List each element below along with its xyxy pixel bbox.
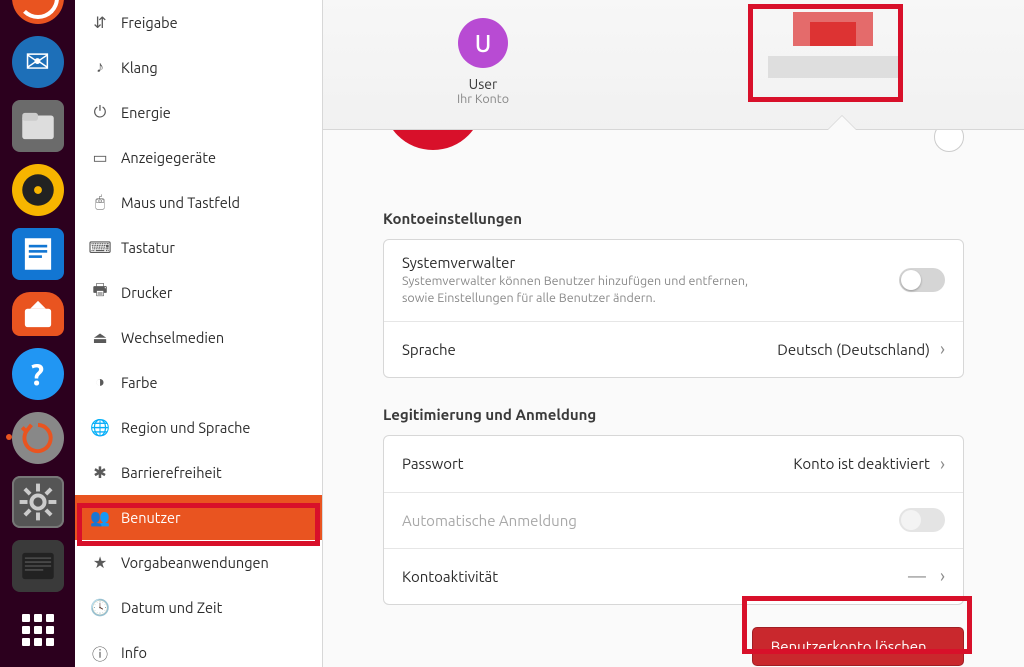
sidebar-item-accessibility[interactable]: ✱ Barrierefreiheit [75, 450, 322, 495]
update-indicator-dot [6, 434, 12, 440]
sidebar-item-default-apps[interactable]: ★ Vorgabeanwendungen [75, 540, 322, 585]
sidebar-item-color[interactable]: ◑ Farbe [75, 360, 322, 405]
auth-settings-card: Passwort Konto ist deaktiviert › Automat… [383, 435, 964, 605]
admin-toggle[interactable] [899, 268, 945, 292]
sidebar-item-sharing[interactable]: ⇵ Freigabe [75, 0, 322, 45]
info-icon: ⓘ [89, 641, 111, 665]
users-panel: U User Ihr Konto HS Kontoeinstellungen S… [323, 0, 1024, 667]
account-settings-card: Systemverwalter Systemverwalter können B… [383, 239, 964, 378]
sidebar-item-displays[interactable]: ▭ Anzeigegeräte [75, 135, 322, 180]
sidebar-item-datetime[interactable]: 🕓 Datum und Zeit [75, 585, 322, 630]
user-detail: HS Kontoeinstellungen Systemverwalter Sy… [323, 130, 1024, 667]
edit-name-button[interactable] [934, 130, 964, 152]
settings-sidebar: ⇵ Freigabe ♪ Klang ⏻ Energie ▭ Anzeigegeräte… [75, 0, 323, 667]
launcher-software-updater[interactable] [12, 412, 64, 464]
sidebar-item-power[interactable]: ⏻ Energie [75, 90, 322, 135]
a11y-icon: ✱ [89, 463, 111, 482]
power-icon: ⏻ [89, 103, 111, 122]
sidebar-item-label: Datum und Zeit [121, 599, 222, 616]
autologin-toggle [899, 508, 945, 532]
sidebar-item-label: Wechselmedien [121, 329, 224, 346]
sidebar-item-label: Benutzer [121, 509, 181, 526]
sidebar-item-about[interactable]: ⓘ Info [75, 630, 322, 667]
color-icon: ◑ [89, 373, 111, 392]
row-autologin: Automatische Anmeldung [384, 492, 963, 548]
media-icon: ⏏ [89, 328, 111, 347]
chevron-right-icon: › [940, 566, 945, 586]
selected-account-pointer [828, 116, 856, 130]
launcher-settings[interactable] [12, 476, 64, 528]
row-admin: Systemverwalter Systemverwalter können B… [384, 240, 963, 321]
keyboard-icon: ⌨ [89, 238, 111, 257]
sidebar-item-label: Vorgabeanwendungen [121, 554, 269, 571]
account-item-selected-redacted[interactable] [753, 12, 913, 78]
account-item-user[interactable]: U User Ihr Konto [393, 18, 573, 106]
row-value: Konto ist deaktiviert [793, 455, 930, 472]
row-value: Deutsch (Deutschland) [777, 341, 930, 358]
sidebar-item-sound[interactable]: ♪ Klang [75, 45, 322, 90]
row-value: — [908, 566, 926, 586]
row-label: Automatische Anmeldung [402, 512, 577, 529]
launcher-terminal[interactable] [12, 540, 64, 592]
launcher-files[interactable] [12, 100, 64, 152]
sidebar-item-label: Info [121, 644, 147, 661]
sidebar-item-mouse[interactable]: 🖱 Maus und Tastfeld [75, 180, 322, 225]
sidebar-item-users[interactable]: 👥 Benutzer [75, 495, 322, 540]
chevron-right-icon: › [940, 339, 945, 359]
delete-account-button[interactable]: Benutzerkonto löschen … [752, 627, 964, 666]
chevron-right-icon: › [940, 454, 945, 474]
sidebar-item-label: Klang [121, 59, 158, 76]
launcher-help[interactable]: ? [12, 348, 64, 400]
redacted-avatar-inner [810, 22, 856, 46]
sound-icon: ♪ [89, 58, 111, 77]
launcher-show-applications[interactable] [12, 604, 64, 656]
row-description: Systemverwalter können Benutzer hinzufüg… [402, 273, 782, 307]
launcher-firefox[interactable] [12, 0, 64, 24]
avatar: U [458, 18, 508, 68]
row-label: Passwort [402, 455, 464, 472]
account-name: User [393, 76, 573, 92]
row-label: Sprache [402, 341, 456, 358]
row-label: Kontoaktivität [402, 568, 498, 585]
sidebar-item-label: Freigabe [121, 14, 178, 31]
sidebar-item-label: Barrierefreiheit [121, 464, 222, 481]
users-icon: 👥 [89, 508, 111, 527]
account-subtitle: Ihr Konto [393, 92, 573, 106]
share-icon: ⇵ [89, 13, 111, 32]
row-language[interactable]: Sprache Deutsch (Deutschland) › [384, 321, 963, 377]
launcher-libreoffice-writer[interactable] [12, 228, 64, 280]
sidebar-item-label: Farbe [121, 374, 158, 391]
launcher-ubuntu-software[interactable] [12, 292, 64, 336]
section-title-auth: Legitimierung und Anmeldung [383, 406, 964, 423]
sidebar-item-label: Tastatur [121, 239, 175, 256]
sidebar-item-label: Drucker [121, 284, 172, 301]
sidebar-item-removable-media[interactable]: ⏏ Wechselmedien [75, 315, 322, 360]
redacted-name [768, 56, 898, 78]
sidebar-item-label: Maus und Tastfeld [121, 194, 240, 211]
region-icon: 🌐 [89, 418, 111, 437]
row-password[interactable]: Passwort Konto ist deaktiviert › [384, 436, 963, 492]
printer-icon: 🖶 [89, 279, 111, 306]
sidebar-item-keyboard[interactable]: ⌨ Tastatur [75, 225, 322, 270]
mouse-icon: 🖱 [89, 193, 111, 212]
sidebar-item-label: Anzeigegeräte [121, 149, 216, 166]
launcher-rhythmbox[interactable] [12, 164, 64, 216]
account-chooser: U User Ihr Konto [323, 0, 1024, 130]
section-title-account: Kontoeinstellungen [383, 210, 964, 227]
user-avatar-large[interactable]: HS [383, 130, 483, 166]
row-label: Systemverwalter [402, 254, 899, 271]
sidebar-item-printers[interactable]: 🖶 Drucker [75, 270, 322, 315]
sidebar-item-region[interactable]: 🌐 Region und Sprache [75, 405, 322, 450]
unity-launcher: ✉ ? [0, 0, 75, 667]
sidebar-item-label: Region und Sprache [121, 419, 250, 436]
avatar-initials: HS [383, 130, 483, 150]
sidebar-item-label: Energie [121, 104, 171, 121]
clock-icon: 🕓 [89, 598, 111, 617]
row-activity[interactable]: Kontoaktivität — › [384, 548, 963, 604]
display-icon: ▭ [89, 148, 111, 167]
launcher-thunderbird[interactable]: ✉ [12, 36, 64, 88]
default-apps-icon: ★ [89, 553, 111, 572]
